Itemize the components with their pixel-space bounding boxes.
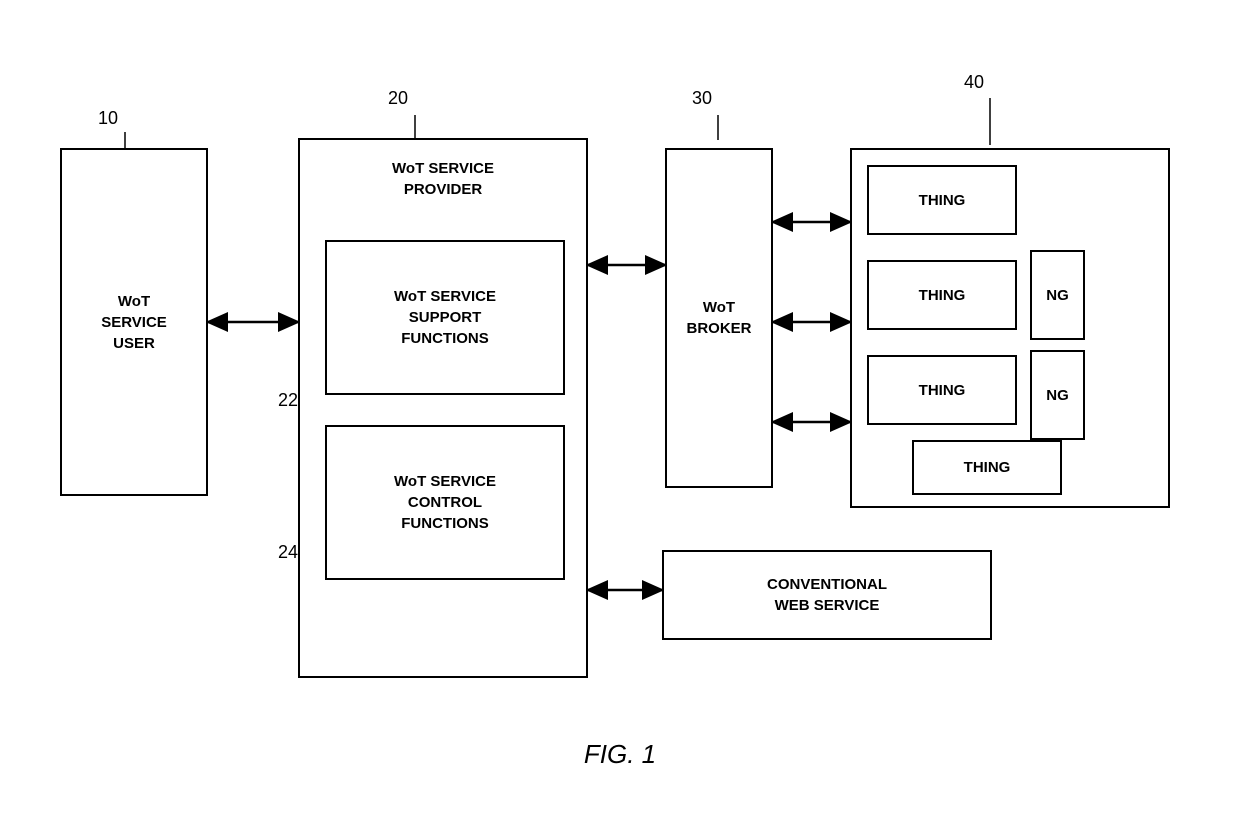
ng2-box: NG bbox=[1030, 350, 1085, 440]
ng1-box: NG bbox=[1030, 250, 1085, 340]
control-functions-label: WoT SERVICECONTROLFUNCTIONS bbox=[394, 471, 496, 534]
ref-20: 20 bbox=[388, 88, 408, 109]
thing2-box: THING bbox=[867, 260, 1017, 330]
support-functions-label: WoT SERVICESUPPORTFUNCTIONS bbox=[394, 286, 496, 349]
thing1-box: THING bbox=[867, 165, 1017, 235]
thing3-box: THING bbox=[867, 355, 1017, 425]
ref-22: 22 bbox=[278, 390, 298, 411]
control-functions-box: WoT SERVICECONTROLFUNCTIONS bbox=[325, 425, 565, 580]
diagram: 10 20 30 40 22 24 WoTSERVICEUSER WoT SER… bbox=[30, 60, 1210, 780]
fig-label: FIG. 1 bbox=[584, 739, 656, 770]
conventional-label: CONVENTIONALWEB SERVICE bbox=[767, 574, 887, 616]
thing1-label: THING bbox=[919, 190, 966, 211]
service-provider-label: WoT SERVICEPROVIDER bbox=[310, 158, 576, 200]
ng1-label: NG bbox=[1046, 285, 1069, 306]
service-provider-box: WoT SERVICEPROVIDER WoT SERVICESUPPORTFU… bbox=[298, 138, 588, 678]
service-user-box: WoTSERVICEUSER bbox=[60, 148, 208, 496]
thing4-label: THING bbox=[964, 457, 1011, 478]
support-functions-box: WoT SERVICESUPPORTFUNCTIONS bbox=[325, 240, 565, 395]
ref-24: 24 bbox=[278, 542, 298, 563]
ref-30: 30 bbox=[692, 88, 712, 109]
ng2-label: NG bbox=[1046, 385, 1069, 406]
ref-10: 10 bbox=[98, 108, 118, 129]
thing2-label: THING bbox=[919, 285, 966, 306]
broker-label: WoTBROKER bbox=[686, 297, 751, 339]
service-user-label: WoTSERVICEUSER bbox=[101, 291, 167, 354]
thing3-label: THING bbox=[919, 380, 966, 401]
conventional-box: CONVENTIONALWEB SERVICE bbox=[662, 550, 992, 640]
thing4-box: THING bbox=[912, 440, 1062, 495]
ref-40: 40 bbox=[964, 72, 984, 93]
things-group-box: THING THING THING THING NG NG bbox=[850, 148, 1170, 508]
broker-box: WoTBROKER bbox=[665, 148, 773, 488]
